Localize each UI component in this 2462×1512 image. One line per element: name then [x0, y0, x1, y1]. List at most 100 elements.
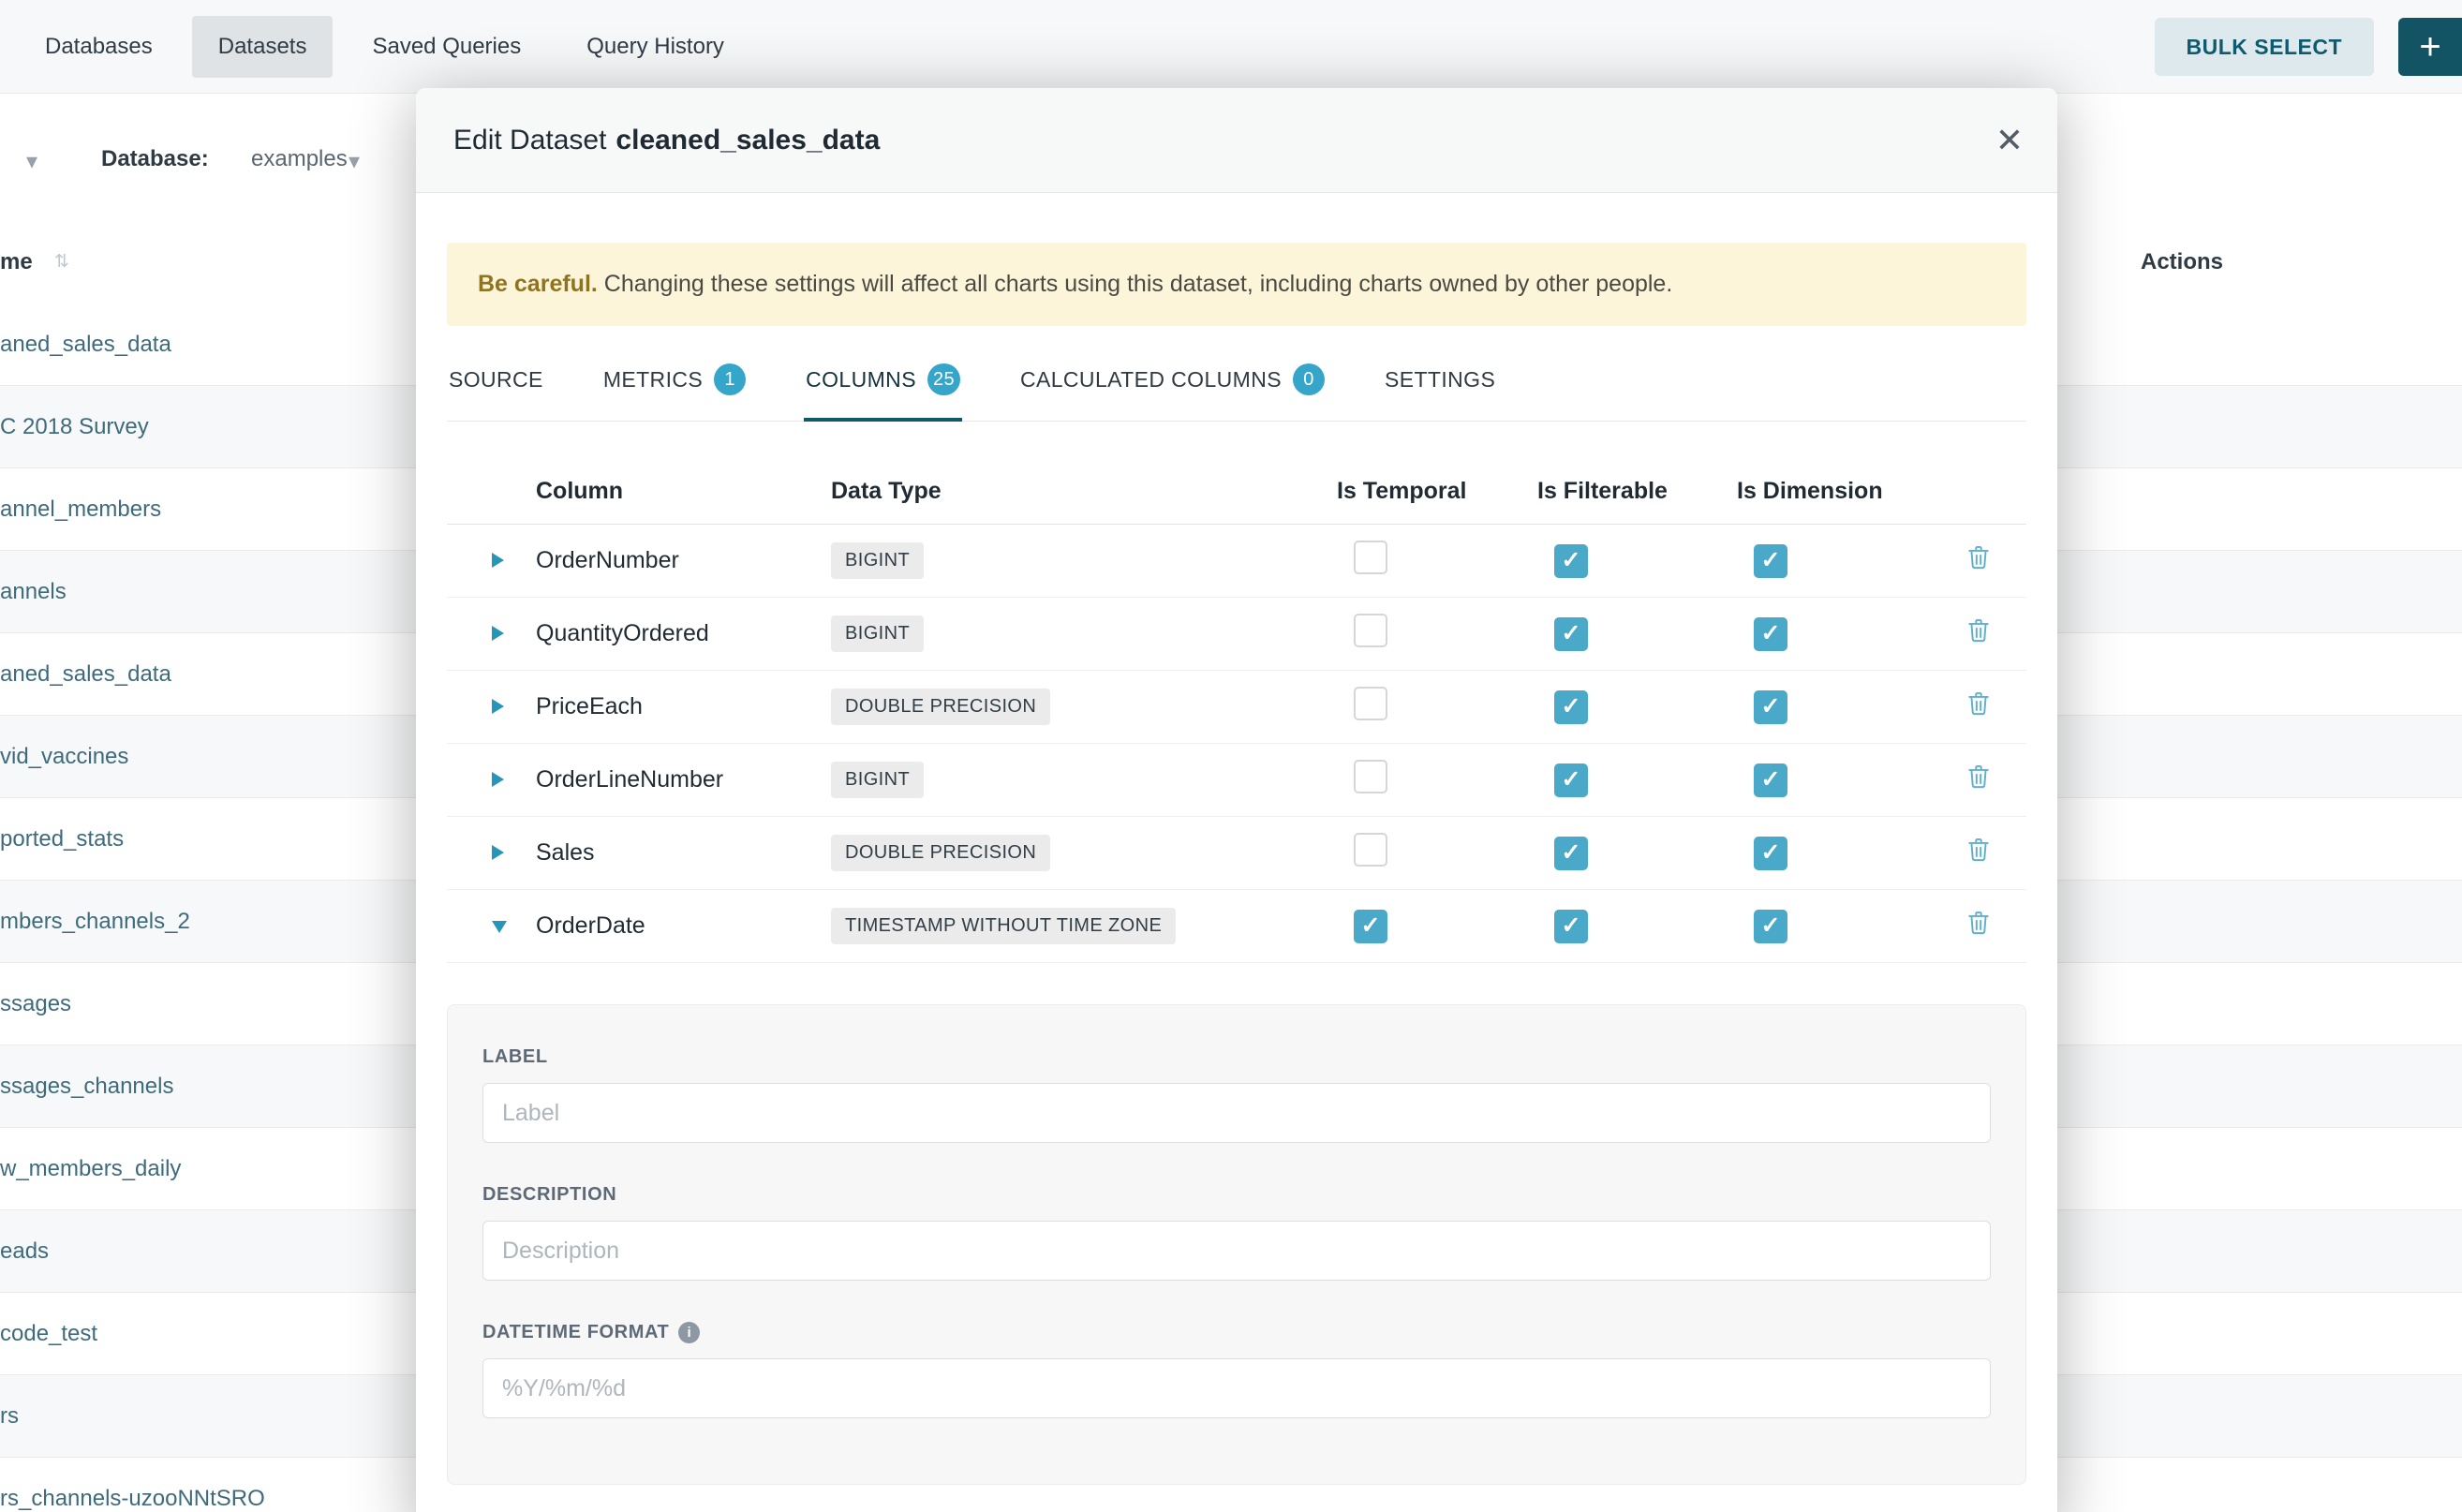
dataset-link[interactable]: ported_stats [0, 826, 124, 852]
delete-icon[interactable] [1966, 836, 1991, 864]
datetime-format-field-group: DATETIME FORMAT i [482, 1322, 1991, 1418]
is-temporal-checkbox[interactable] [1354, 541, 1387, 574]
add-dataset-button[interactable]: + [2398, 18, 2462, 76]
nav-item-databases[interactable]: Databases [19, 16, 179, 78]
tab-columns[interactable]: COLUMNS 25 [804, 358, 962, 422]
is-temporal-checkbox[interactable] [1354, 760, 1387, 793]
delete-icon[interactable] [1966, 543, 1991, 571]
datetime-format-label-text: DATETIME FORMAT [482, 1322, 669, 1343]
is-temporal-checkbox[interactable] [1354, 614, 1387, 647]
delete-icon[interactable] [1966, 909, 1991, 937]
tab-metrics[interactable]: METRICS 1 [601, 358, 748, 422]
warning-text: Changing these settings will affect all … [598, 271, 1672, 297]
warning-bold: Be careful. [478, 271, 598, 297]
nav-item-saved-queries[interactable]: Saved Queries [346, 16, 547, 78]
column-name: OrderLineNumber [536, 766, 831, 793]
close-icon[interactable]: ✕ [1995, 88, 2024, 193]
delete-icon[interactable] [1966, 689, 1991, 718]
expand-toggle[interactable] [447, 620, 536, 647]
description-input[interactable] [482, 1221, 1991, 1281]
caret-right-icon [492, 699, 504, 714]
expand-toggle[interactable] [447, 693, 536, 720]
chevron-down-icon[interactable]: ▾ [26, 148, 37, 175]
is-filterable-checkbox[interactable] [1554, 690, 1588, 724]
sort-icon[interactable]: ⇅ [54, 251, 69, 273]
dataset-link[interactable]: C 2018 Survey [0, 414, 149, 440]
dataset-link[interactable]: annels [0, 579, 67, 605]
column-row: PriceEachDOUBLE PRECISION [447, 671, 2026, 744]
dataset-link[interactable]: ssages [0, 991, 71, 1017]
is-dimension-checkbox[interactable] [1754, 910, 1787, 943]
info-icon[interactable]: i [678, 1322, 700, 1343]
dataset-link[interactable]: eads [0, 1238, 49, 1265]
is-filterable-checkbox[interactable] [1554, 763, 1588, 797]
data-type-badge: BIGINT [831, 542, 924, 579]
description-field-label: DESCRIPTION [482, 1184, 1991, 1206]
expand-toggle[interactable] [447, 839, 536, 867]
column-name: OrderNumber [536, 547, 831, 574]
tab-settings[interactable]: SETTINGS [1383, 358, 1497, 422]
column-name: PriceEach [536, 693, 831, 720]
header-is-filterable: Is Filterable [1537, 478, 1737, 505]
database-filter-value[interactable]: examples [251, 146, 348, 172]
column-row: SalesDOUBLE PRECISION [447, 817, 2026, 890]
column-row: OrderDateTIMESTAMP WITHOUT TIME ZONE [447, 890, 2026, 963]
delete-icon[interactable] [1966, 616, 1991, 645]
dataset-link[interactable]: aned_sales_data [0, 661, 171, 688]
chevron-down-icon[interactable]: ▾ [349, 148, 360, 175]
dataset-link[interactable]: w_members_daily [0, 1156, 181, 1182]
is-temporal-checkbox[interactable] [1354, 833, 1387, 867]
expand-toggle[interactable] [447, 766, 536, 793]
is-dimension-checkbox[interactable] [1754, 617, 1787, 651]
calculated-columns-count-badge: 0 [1293, 363, 1325, 395]
nav-item-datasets[interactable]: Datasets [192, 16, 334, 78]
datetime-format-input[interactable] [482, 1358, 1991, 1418]
plus-icon: + [2419, 26, 2440, 68]
tab-calculated-columns[interactable]: CALCULATED COLUMNS 0 [1018, 358, 1327, 422]
data-type-badge: BIGINT [831, 762, 924, 798]
is-temporal-checkbox[interactable] [1354, 687, 1387, 720]
data-type-badge: DOUBLE PRECISION [831, 689, 1050, 725]
is-dimension-checkbox[interactable] [1754, 763, 1787, 797]
delete-icon[interactable] [1966, 763, 1991, 791]
expand-toggle[interactable] [447, 547, 536, 574]
dataset-link[interactable]: mbers_channels_2 [0, 909, 190, 935]
data-type-badge: DOUBLE PRECISION [831, 835, 1050, 871]
is-filterable-checkbox[interactable] [1554, 617, 1588, 651]
dataset-link[interactable]: rs [0, 1403, 19, 1430]
warning-banner: Be careful. Changing these settings will… [447, 243, 2026, 326]
dataset-link[interactable]: aned_sales_data [0, 332, 171, 358]
caret-right-icon [492, 845, 504, 860]
database-filter-label: Database: [101, 146, 209, 172]
header-is-temporal: Is Temporal [1337, 478, 1537, 505]
column-row: OrderNumberBIGINT [447, 525, 2026, 598]
caret-down-icon [492, 921, 507, 933]
description-field-group: DESCRIPTION [482, 1184, 1991, 1281]
is-filterable-checkbox[interactable] [1554, 910, 1588, 943]
is-dimension-checkbox[interactable] [1754, 837, 1787, 870]
top-nav-items: Databases Datasets Saved Queries Query H… [19, 16, 764, 78]
datetime-format-field-label: DATETIME FORMAT i [482, 1322, 1991, 1343]
dataset-link[interactable]: annel_members [0, 497, 161, 523]
label-input[interactable] [482, 1083, 1991, 1143]
is-filterable-checkbox[interactable] [1554, 544, 1588, 578]
modal-tabs: SOURCE METRICS 1 COLUMNS 25 CALCULATED C… [447, 358, 2026, 422]
column-header-name[interactable]: me [0, 249, 33, 275]
is-temporal-checkbox[interactable] [1354, 910, 1387, 943]
tab-source[interactable]: SOURCE [447, 358, 545, 422]
dataset-link[interactable]: ssages_channels [0, 1074, 173, 1100]
column-name: QuantityOrdered [536, 620, 831, 647]
bulk-select-button[interactable]: BULK SELECT [2155, 18, 2375, 76]
column-header-actions: Actions [2141, 249, 2223, 275]
dataset-link[interactable]: code_test [0, 1321, 97, 1347]
is-filterable-checkbox[interactable] [1554, 837, 1588, 870]
modal-title-prefix: Edit Dataset [453, 125, 606, 156]
dataset-link[interactable]: vid_vaccines [0, 744, 128, 770]
is-dimension-checkbox[interactable] [1754, 544, 1787, 578]
dataset-link[interactable]: rs_channels-uzooNNtSRO [0, 1486, 265, 1512]
expand-toggle[interactable] [447, 912, 536, 940]
column-row: QuantityOrderedBIGINT [447, 598, 2026, 671]
nav-item-query-history[interactable]: Query History [560, 16, 750, 78]
is-dimension-checkbox[interactable] [1754, 690, 1787, 724]
column-name: OrderDate [536, 912, 831, 940]
